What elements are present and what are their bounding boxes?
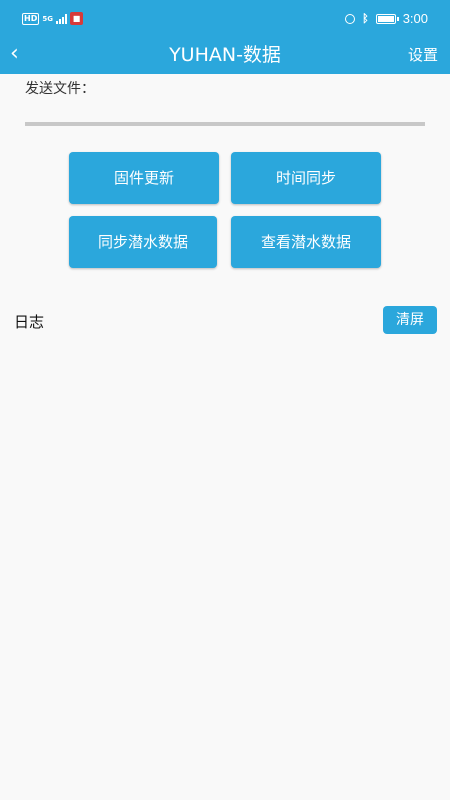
settings-button[interactable]: 设置 <box>408 44 438 66</box>
view-dive-data-button[interactable]: 查看潜水数据 <box>231 216 381 268</box>
alarm-icon <box>345 13 356 24</box>
network-type: 5G <box>42 14 53 23</box>
signal-icon <box>55 13 67 24</box>
app-notification-icon: ■ <box>69 12 83 25</box>
send-file-input[interactable] <box>25 100 425 126</box>
send-file-label: 发送文件： <box>25 81 95 97</box>
clear-screen-button[interactable]: 清屏 <box>383 306 437 334</box>
app-bar: ‹ YUHAN-数据 设置 <box>0 38 450 74</box>
bluetooth-icon: ᛒ <box>362 12 369 25</box>
log-area <box>10 342 440 792</box>
time-sync-button[interactable]: 时间同步 <box>231 152 381 204</box>
status-left: HD 5G ■ <box>22 12 83 25</box>
battery-icon <box>375 13 399 24</box>
status-right: ᛒ 3:00 <box>345 11 428 26</box>
sync-dive-data-button[interactable]: 同步潜水数据 <box>69 216 217 268</box>
log-label: 日志 <box>14 313 45 331</box>
page-title: YUHAN-数据 <box>169 44 281 66</box>
status-bar: HD 5G ■ ᛒ 3:00 <box>0 0 450 38</box>
hd-icon: HD <box>22 12 40 25</box>
firmware-update-button[interactable]: 固件更新 <box>69 152 219 204</box>
clock: 3:00 <box>402 11 428 26</box>
